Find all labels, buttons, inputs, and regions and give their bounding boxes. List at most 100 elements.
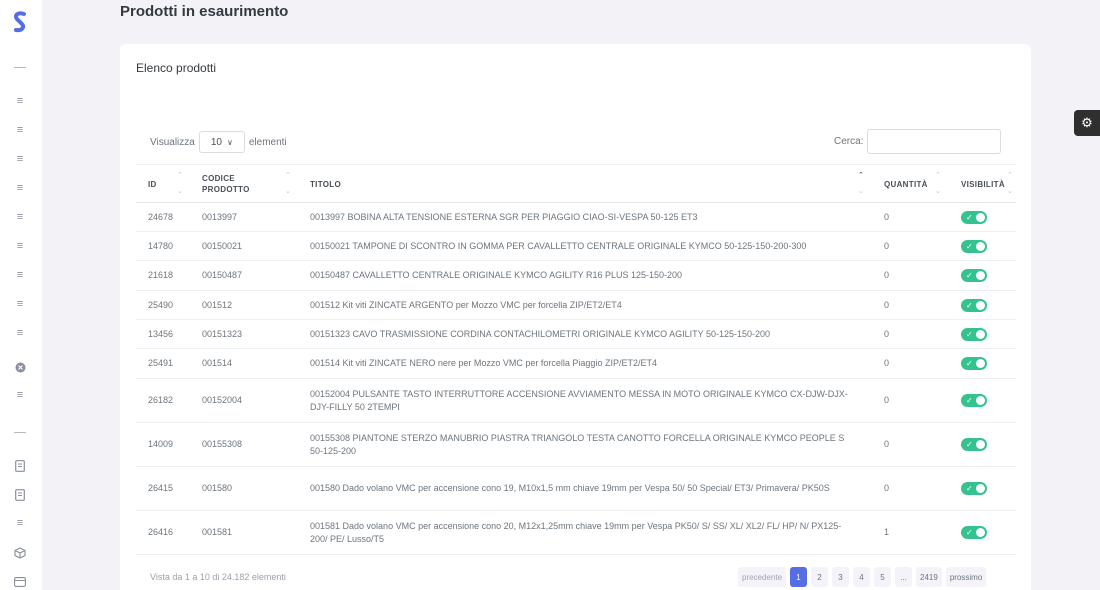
cell-id: 26415 (148, 483, 174, 493)
cell-code: 0013997 (202, 211, 238, 222)
visibility-toggle[interactable]: ✓ (961, 239, 987, 253)
table-row: 14780 00150021 00150021 TAMPONE DI SCONTRO… (136, 232, 1016, 261)
cell-visibility: ✓ (961, 232, 1001, 260)
length-control: Visualizza 10 ∨ elementi (150, 131, 287, 153)
toggle-knob (976, 528, 985, 537)
visibility-toggle[interactable]: ✓ (961, 394, 987, 407)
document-icon[interactable] (12, 459, 28, 473)
col-header-quantita[interactable]: QUANTITÀ (884, 165, 928, 203)
cell-visibility: ✓ (961, 261, 1001, 290)
list-icon[interactable]: ≡ (12, 181, 28, 195)
toggle-knob (976, 300, 985, 310)
cell-title: 001514 Kit viti ZINCATE NERO nere per Mo… (310, 358, 657, 368)
cell-quantity: 0 (884, 270, 890, 280)
sort-icon: ⌃ ⌄ (858, 172, 864, 195)
document-icon[interactable] (12, 488, 28, 502)
cell-title: 00152004 PULSANTE TASTO INTERRUTTORE ACC… (310, 388, 848, 412)
pagination-page[interactable]: 2419 (916, 567, 942, 587)
list-icon[interactable]: ≡ (12, 123, 28, 137)
cell-quantity: 0 (884, 358, 890, 368)
search-input[interactable] (867, 129, 1002, 154)
wallet-icon[interactable] (12, 574, 28, 588)
cell-title: 001580 Dado volano VMC per accensione co… (310, 483, 830, 493)
cell-title: 00150021 TAMPONE DI SCONTRO IN GOMMA PER… (310, 240, 807, 251)
visibility-toggle[interactable]: ✓ (961, 269, 987, 282)
cell-quantity: 0 (884, 483, 890, 493)
sidebar-divider (14, 67, 26, 68)
table-row: 13456 00151323 00151323 CAVO TRASMISSIONE … (136, 320, 1016, 349)
toggle-knob (976, 440, 985, 449)
cell-visibility: ✓ (961, 291, 1001, 319)
col-header-codice[interactable]: CODICE PRODOTTO (202, 165, 250, 203)
check-icon: ✓ (966, 528, 973, 537)
blocked-icon[interactable] (12, 360, 28, 374)
list-icon[interactable]: ≡ (12, 388, 28, 402)
cell-quantity: 1 (884, 527, 890, 537)
visibility-toggle[interactable]: ✓ (961, 210, 987, 224)
sidebar-divider (14, 432, 26, 433)
visibility-toggle[interactable]: ✓ (961, 298, 987, 312)
toggle-knob (976, 241, 985, 251)
list-icon[interactable]: ≡ (12, 239, 28, 253)
list-icon[interactable]: ≡ (12, 326, 28, 340)
cell-visibility: ✓ (961, 379, 1001, 422)
pagination-next[interactable]: prossimo (945, 567, 987, 587)
elements-label: elementi (248, 136, 287, 148)
list-icon[interactable]: ≡ (12, 516, 28, 530)
table-header: ID ⌃ ⌄ CODICE PRODOTTO ⌃ ⌄ TITOLO ⌃ ⌄ QUANT… (136, 164, 1016, 203)
cell-title: 001581 Dado volano VMC per accensione co… (310, 520, 842, 544)
sidebar: ≡ ≡ ≡ ≡ ≡ ≡ ≡ ≡ ≡ ≡ ≡ (0, 0, 42, 590)
pagination-page[interactable]: 3 (832, 567, 850, 587)
pagination-page[interactable]: 1 (790, 567, 808, 587)
table-row: 25491 001514 001514 Kit viti ZINCATE NERO … (136, 349, 1016, 379)
pagination-page[interactable]: 5 (874, 567, 892, 587)
pagination-page[interactable]: 2 (811, 567, 829, 587)
cell-quantity: 0 (884, 439, 890, 449)
cell-quantity: 0 (884, 240, 890, 251)
cell-id: 26182 (148, 395, 174, 405)
page-length-select[interactable]: 10 ∨ (198, 131, 245, 153)
toggle-knob (976, 484, 985, 493)
col-header-visibilita[interactable]: VISIBILITÀ (961, 165, 1005, 203)
cell-code: 00151323 (202, 328, 243, 339)
visibility-toggle[interactable]: ✓ (961, 482, 987, 495)
cell-code: 001514 (202, 358, 233, 368)
sort-icon: ⌃ ⌄ (1007, 172, 1013, 195)
cell-title: 00150487 CAVALLETTO CENTRALE ORIGINALE K… (310, 270, 683, 280)
table-row: 14009 00155308 00155308 PIANTONE STERZO MA… (136, 423, 1016, 467)
settings-gear-button[interactable]: ⚙ (1074, 110, 1100, 136)
check-icon: ✓ (966, 212, 973, 222)
col-header-titolo[interactable]: TITOLO (310, 165, 341, 203)
visibility-toggle[interactable]: ✓ (961, 327, 987, 341)
list-icon[interactable]: ≡ (12, 297, 28, 311)
brand-logo[interactable] (12, 11, 28, 33)
cell-quantity: 0 (884, 395, 890, 405)
visibility-toggle[interactable]: ✓ (961, 438, 987, 451)
pagination-page: ... (895, 567, 913, 587)
list-icon[interactable]: ≡ (12, 94, 28, 108)
visibility-toggle[interactable]: ✓ (961, 526, 987, 539)
pagination-prev[interactable]: precedente (738, 567, 787, 587)
table-row: 25490 001512 001512 Kit viti ZINCATE ARGEN… (136, 291, 1016, 320)
cell-visibility: ✓ (961, 320, 1001, 348)
chevron-down-icon: ∨ (226, 137, 233, 147)
pagination-page[interactable]: 4 (853, 567, 871, 587)
toggle-knob (976, 396, 985, 405)
visibility-toggle[interactable]: ✓ (961, 357, 987, 370)
products-card: Elenco prodotti Visualizza 10 ∨ elementi… (120, 44, 1031, 590)
list-icon[interactable]: ≡ (12, 268, 28, 282)
show-label: Visualizza (150, 136, 195, 148)
sort-icon: ⌃ ⌄ (935, 172, 941, 195)
check-icon: ✓ (966, 484, 973, 493)
cell-code: 00150487 (202, 270, 243, 280)
list-icon[interactable]: ≡ (12, 152, 28, 166)
cell-id: 25490 (148, 299, 174, 310)
pagination: precedente 1 2 3 4 5... 2419 prossimo (734, 567, 987, 587)
cell-id: 21618 (148, 270, 174, 280)
check-icon: ✓ (966, 359, 973, 368)
table-info: Vista da 1 a 10 di 24.182 elementi (150, 572, 286, 582)
col-header-id[interactable]: ID (148, 165, 157, 203)
cube-icon[interactable] (12, 546, 28, 560)
cell-code: 001581 (202, 527, 233, 537)
list-icon[interactable]: ≡ (12, 210, 28, 224)
